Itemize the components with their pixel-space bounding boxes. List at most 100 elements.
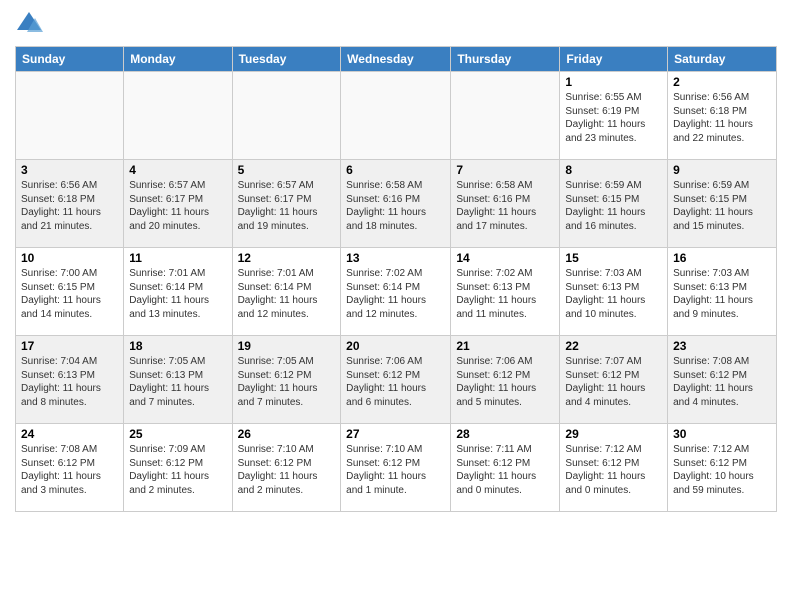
calendar-day-cell: 17Sunrise: 7:04 AM Sunset: 6:13 PM Dayli… xyxy=(16,336,124,424)
day-number: 23 xyxy=(673,339,771,353)
day-info: Sunrise: 6:56 AM Sunset: 6:18 PM Dayligh… xyxy=(673,91,771,145)
day-info: Sunrise: 7:01 AM Sunset: 6:14 PM Dayligh… xyxy=(129,267,226,321)
calendar-day-cell: 3 Sunrise: 6:56 AM Sunset: 6:18 PM Daylig… xyxy=(16,160,124,248)
day-info: Sunrise: 7:06 AM Sunset: 6:12 PM Dayligh… xyxy=(456,355,554,409)
calendar-day-cell: 30 Sunrise: 7:12 AM Sunset: 6:12 PM Dayli… xyxy=(668,424,777,512)
day-info: Sunrise: 7:00 AM Sunset: 6:15 PM Dayligh… xyxy=(21,267,118,321)
day-info: Sunrise: 6:58 AM Sunset: 6:16 PM Dayligh… xyxy=(456,179,554,233)
day-info: Sunrise: 7:05 AM Sunset: 6:12 PM Dayligh… xyxy=(238,355,336,409)
calendar-day-header: Monday xyxy=(124,47,232,72)
logo-icon xyxy=(15,10,43,38)
logo xyxy=(15,10,47,38)
day-number: 2 xyxy=(673,75,771,89)
day-number: 15 xyxy=(565,251,662,265)
day-number: 26 xyxy=(238,427,336,441)
day-number: 13 xyxy=(346,251,445,265)
calendar-day-cell: 28 Sunrise: 7:11 AM Sunset: 6:12 PM Dayli… xyxy=(451,424,560,512)
calendar-day-cell: 27 Sunrise: 7:10 AM Sunset: 6:12 PM Dayli… xyxy=(341,424,451,512)
calendar-day-cell: 9 Sunrise: 6:59 AM Sunset: 6:15 PM Daylig… xyxy=(668,160,777,248)
day-info: Sunrise: 6:59 AM Sunset: 6:15 PM Dayligh… xyxy=(673,179,771,233)
calendar-day-cell xyxy=(124,72,232,160)
calendar-day-cell: 4 Sunrise: 6:57 AM Sunset: 6:17 PM Daylig… xyxy=(124,160,232,248)
day-info: Sunrise: 7:07 AM Sunset: 6:12 PM Dayligh… xyxy=(565,355,662,409)
calendar-day-header: Sunday xyxy=(16,47,124,72)
calendar-week-row: 10 Sunrise: 7:00 AM Sunset: 6:15 PM Dayli… xyxy=(16,248,777,336)
day-number: 6 xyxy=(346,163,445,177)
calendar-day-cell: 14 Sunrise: 7:02 AM Sunset: 6:13 PM Dayli… xyxy=(451,248,560,336)
day-info: Sunrise: 7:10 AM Sunset: 6:12 PM Dayligh… xyxy=(238,443,336,497)
calendar-day-cell: 7 Sunrise: 6:58 AM Sunset: 6:16 PM Daylig… xyxy=(451,160,560,248)
day-number: 25 xyxy=(129,427,226,441)
day-info: Sunrise: 7:06 AM Sunset: 6:12 PM Dayligh… xyxy=(346,355,445,409)
day-number: 20 xyxy=(346,339,445,353)
day-number: 27 xyxy=(346,427,445,441)
day-info: Sunrise: 7:01 AM Sunset: 6:14 PM Dayligh… xyxy=(238,267,336,321)
calendar-day-cell: 18 Sunrise: 7:05 AM Sunset: 6:13 PM Dayli… xyxy=(124,336,232,424)
calendar-day-cell: 13 Sunrise: 7:02 AM Sunset: 6:14 PM Dayli… xyxy=(341,248,451,336)
day-number: 7 xyxy=(456,163,554,177)
calendar-week-row: 24Sunrise: 7:08 AM Sunset: 6:12 PM Dayli… xyxy=(16,424,777,512)
page: SundayMondayTuesdayWednesdayThursdayFrid… xyxy=(0,0,792,612)
calendar-day-cell: 23 Sunrise: 7:08 AM Sunset: 6:12 PM Dayli… xyxy=(668,336,777,424)
calendar-day-header: Thursday xyxy=(451,47,560,72)
calendar-day-cell: 16 Sunrise: 7:03 AM Sunset: 6:13 PM Dayli… xyxy=(668,248,777,336)
day-number: 5 xyxy=(238,163,336,177)
day-number: 17 xyxy=(21,339,118,353)
day-number: 3 xyxy=(21,163,118,177)
calendar-week-row: 17Sunrise: 7:04 AM Sunset: 6:13 PM Dayli… xyxy=(16,336,777,424)
day-number: 19 xyxy=(238,339,336,353)
calendar-day-header: Saturday xyxy=(668,47,777,72)
calendar-day-cell: 25 Sunrise: 7:09 AM Sunset: 6:12 PM Dayli… xyxy=(124,424,232,512)
day-number: 11 xyxy=(129,251,226,265)
day-info: Sunrise: 7:02 AM Sunset: 6:13 PM Dayligh… xyxy=(456,267,554,321)
day-number: 4 xyxy=(129,163,226,177)
day-info: Sunrise: 7:12 AM Sunset: 6:12 PM Dayligh… xyxy=(673,443,771,497)
day-info: Sunrise: 6:56 AM Sunset: 6:18 PM Dayligh… xyxy=(21,179,118,233)
day-number: 14 xyxy=(456,251,554,265)
day-info: Sunrise: 7:08 AM Sunset: 6:12 PM Dayligh… xyxy=(673,355,771,409)
day-info: Sunrise: 6:55 AM Sunset: 6:19 PM Dayligh… xyxy=(565,91,662,145)
day-number: 16 xyxy=(673,251,771,265)
day-number: 22 xyxy=(565,339,662,353)
calendar-day-cell: 1 Sunrise: 6:55 AM Sunset: 6:19 PM Daylig… xyxy=(560,72,668,160)
day-info: Sunrise: 7:03 AM Sunset: 6:13 PM Dayligh… xyxy=(565,267,662,321)
day-number: 30 xyxy=(673,427,771,441)
calendar-day-cell: 29 Sunrise: 7:12 AM Sunset: 6:12 PM Dayli… xyxy=(560,424,668,512)
day-info: Sunrise: 6:57 AM Sunset: 6:17 PM Dayligh… xyxy=(238,179,336,233)
calendar-day-cell xyxy=(341,72,451,160)
day-number: 18 xyxy=(129,339,226,353)
calendar-day-header: Tuesday xyxy=(232,47,341,72)
calendar-day-cell: 6Sunrise: 6:58 AM Sunset: 6:16 PM Daylig… xyxy=(341,160,451,248)
calendar-day-cell: 8 Sunrise: 6:59 AM Sunset: 6:15 PM Daylig… xyxy=(560,160,668,248)
calendar-day-cell: 11 Sunrise: 7:01 AM Sunset: 6:14 PM Dayli… xyxy=(124,248,232,336)
day-number: 29 xyxy=(565,427,662,441)
calendar-day-cell: 24Sunrise: 7:08 AM Sunset: 6:12 PM Dayli… xyxy=(16,424,124,512)
calendar-day-cell: 10 Sunrise: 7:00 AM Sunset: 6:15 PM Dayli… xyxy=(16,248,124,336)
calendar-day-cell xyxy=(451,72,560,160)
day-number: 8 xyxy=(565,163,662,177)
calendar-day-cell: 21 Sunrise: 7:06 AM Sunset: 6:12 PM Dayli… xyxy=(451,336,560,424)
day-info: Sunrise: 7:05 AM Sunset: 6:13 PM Dayligh… xyxy=(129,355,226,409)
day-info: Sunrise: 7:03 AM Sunset: 6:13 PM Dayligh… xyxy=(673,267,771,321)
day-info: Sunrise: 7:11 AM Sunset: 6:12 PM Dayligh… xyxy=(456,443,554,497)
day-info: Sunrise: 7:02 AM Sunset: 6:14 PM Dayligh… xyxy=(346,267,445,321)
day-number: 9 xyxy=(673,163,771,177)
day-number: 28 xyxy=(456,427,554,441)
day-info: Sunrise: 7:10 AM Sunset: 6:12 PM Dayligh… xyxy=(346,443,445,497)
calendar-day-cell: 12 Sunrise: 7:01 AM Sunset: 6:14 PM Dayli… xyxy=(232,248,341,336)
calendar-day-cell: 2 Sunrise: 6:56 AM Sunset: 6:18 PM Daylig… xyxy=(668,72,777,160)
day-info: Sunrise: 6:59 AM Sunset: 6:15 PM Dayligh… xyxy=(565,179,662,233)
header xyxy=(15,10,777,38)
day-number: 12 xyxy=(238,251,336,265)
calendar-day-cell: 22 Sunrise: 7:07 AM Sunset: 6:12 PM Dayli… xyxy=(560,336,668,424)
calendar-day-header: Wednesday xyxy=(341,47,451,72)
calendar-week-row: 1 Sunrise: 6:55 AM Sunset: 6:19 PM Daylig… xyxy=(16,72,777,160)
calendar-day-cell xyxy=(16,72,124,160)
day-info: Sunrise: 7:09 AM Sunset: 6:12 PM Dayligh… xyxy=(129,443,226,497)
day-info: Sunrise: 7:12 AM Sunset: 6:12 PM Dayligh… xyxy=(565,443,662,497)
calendar-week-row: 3 Sunrise: 6:56 AM Sunset: 6:18 PM Daylig… xyxy=(16,160,777,248)
day-number: 21 xyxy=(456,339,554,353)
day-number: 1 xyxy=(565,75,662,89)
day-number: 10 xyxy=(21,251,118,265)
day-info: Sunrise: 6:57 AM Sunset: 6:17 PM Dayligh… xyxy=(129,179,226,233)
